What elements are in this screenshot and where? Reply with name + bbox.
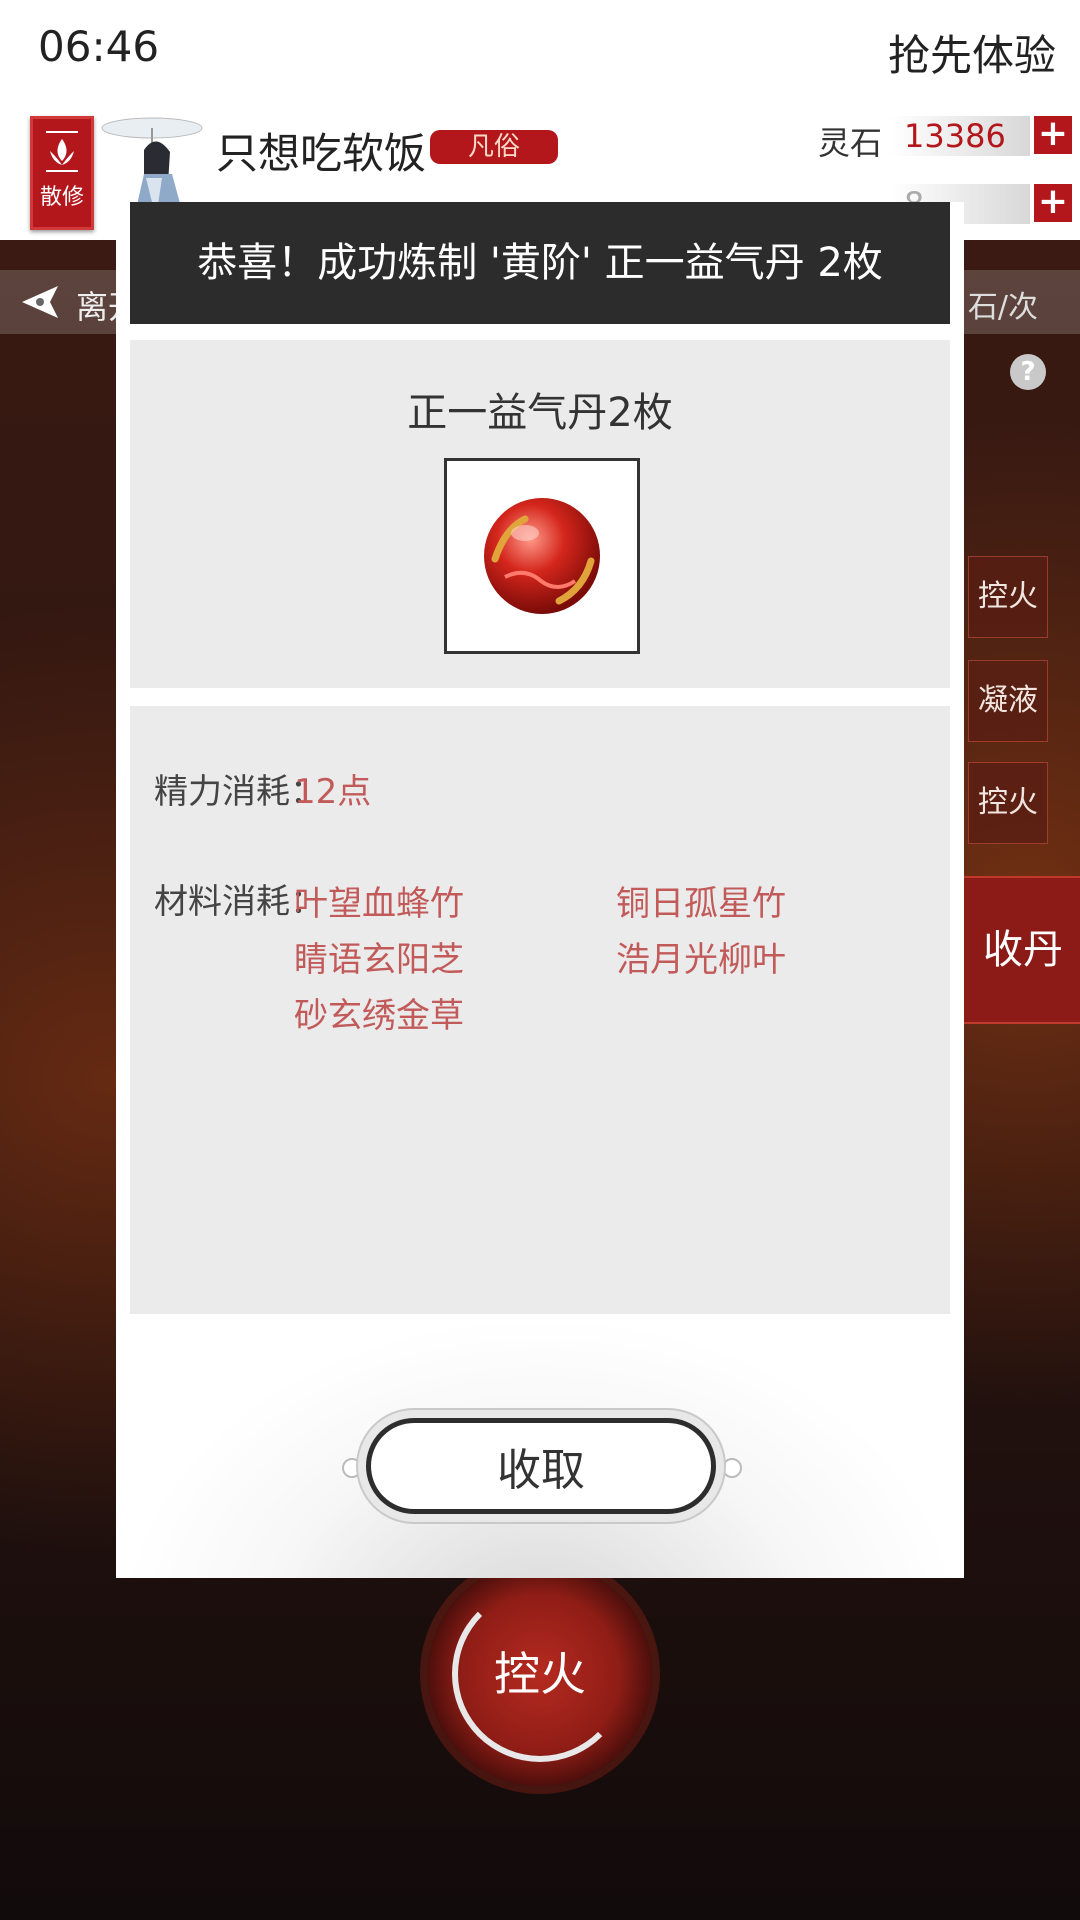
control-fire-side-button-2[interactable]: 控火 xyxy=(968,762,1048,844)
red-pill-icon xyxy=(484,498,600,614)
help-icon[interactable]: ? xyxy=(1010,354,1046,390)
item-slot[interactable] xyxy=(444,458,640,654)
dialog-title: 恭喜！成功炼制 '黄阶' 正一益气丹 2枚 xyxy=(130,202,950,324)
early-access-label[interactable]: 抢先体验 xyxy=(888,22,1056,83)
energy-value: 12点 xyxy=(294,772,372,812)
back-icon[interactable] xyxy=(18,280,62,324)
collect-dan-button[interactable]: 收丹 xyxy=(962,876,1080,1024)
spirit-stone-label: 灵石 xyxy=(818,124,883,162)
control-fire-side-button[interactable]: 控火 xyxy=(968,556,1048,638)
status-time: 06:46 xyxy=(38,22,160,71)
control-fire-main-button[interactable]: 控火 xyxy=(428,1562,652,1786)
item-name: 正一益气丹2枚 xyxy=(407,390,673,436)
material-item: 叶望血蜂竹 xyxy=(294,884,464,924)
rank-badge: 凡俗 xyxy=(430,130,558,164)
button-knob-left xyxy=(342,1458,362,1478)
sect-badge[interactable]: 散修 xyxy=(30,116,94,230)
lotus-icon xyxy=(46,131,78,172)
condense-liquid-side-button[interactable]: 凝液 xyxy=(968,660,1048,742)
material-item: 浩月光柳叶 xyxy=(616,940,786,980)
spirit-stone-value: 13386 xyxy=(890,116,1030,156)
material-item: 砂玄绣金草 xyxy=(294,996,464,1036)
control-fire-main-label: 控火 xyxy=(494,1647,586,1701)
status-bar: 06:46 抢先体验 xyxy=(0,0,1080,100)
add-secondary-resource-button[interactable]: + xyxy=(1034,184,1072,222)
button-knob-right xyxy=(722,1458,742,1478)
cost-per-time-label: 石/次 xyxy=(967,290,1038,325)
username: 只想吃软饭 xyxy=(216,129,427,178)
sect-badge-label: 散修 xyxy=(39,185,84,210)
add-spirit-stone-button[interactable]: + xyxy=(1034,116,1072,154)
collect-button[interactable]: 收取 xyxy=(366,1418,716,1514)
consumption-panel: 精力消耗： 12点 材料消耗： 叶望血蜂竹 铜日孤星竹 睛语玄阳芝 浩月光柳叶 … xyxy=(130,706,950,1314)
item-panel: 正一益气丹2枚 xyxy=(130,340,950,688)
material-item: 铜日孤星竹 xyxy=(616,884,786,924)
material-item: 睛语玄阳芝 xyxy=(294,940,464,980)
refine-result-dialog: 恭喜！成功炼制 '黄阶' 正一益气丹 2枚 正一益气丹2枚 精力消耗： 12点 … xyxy=(116,202,964,1578)
